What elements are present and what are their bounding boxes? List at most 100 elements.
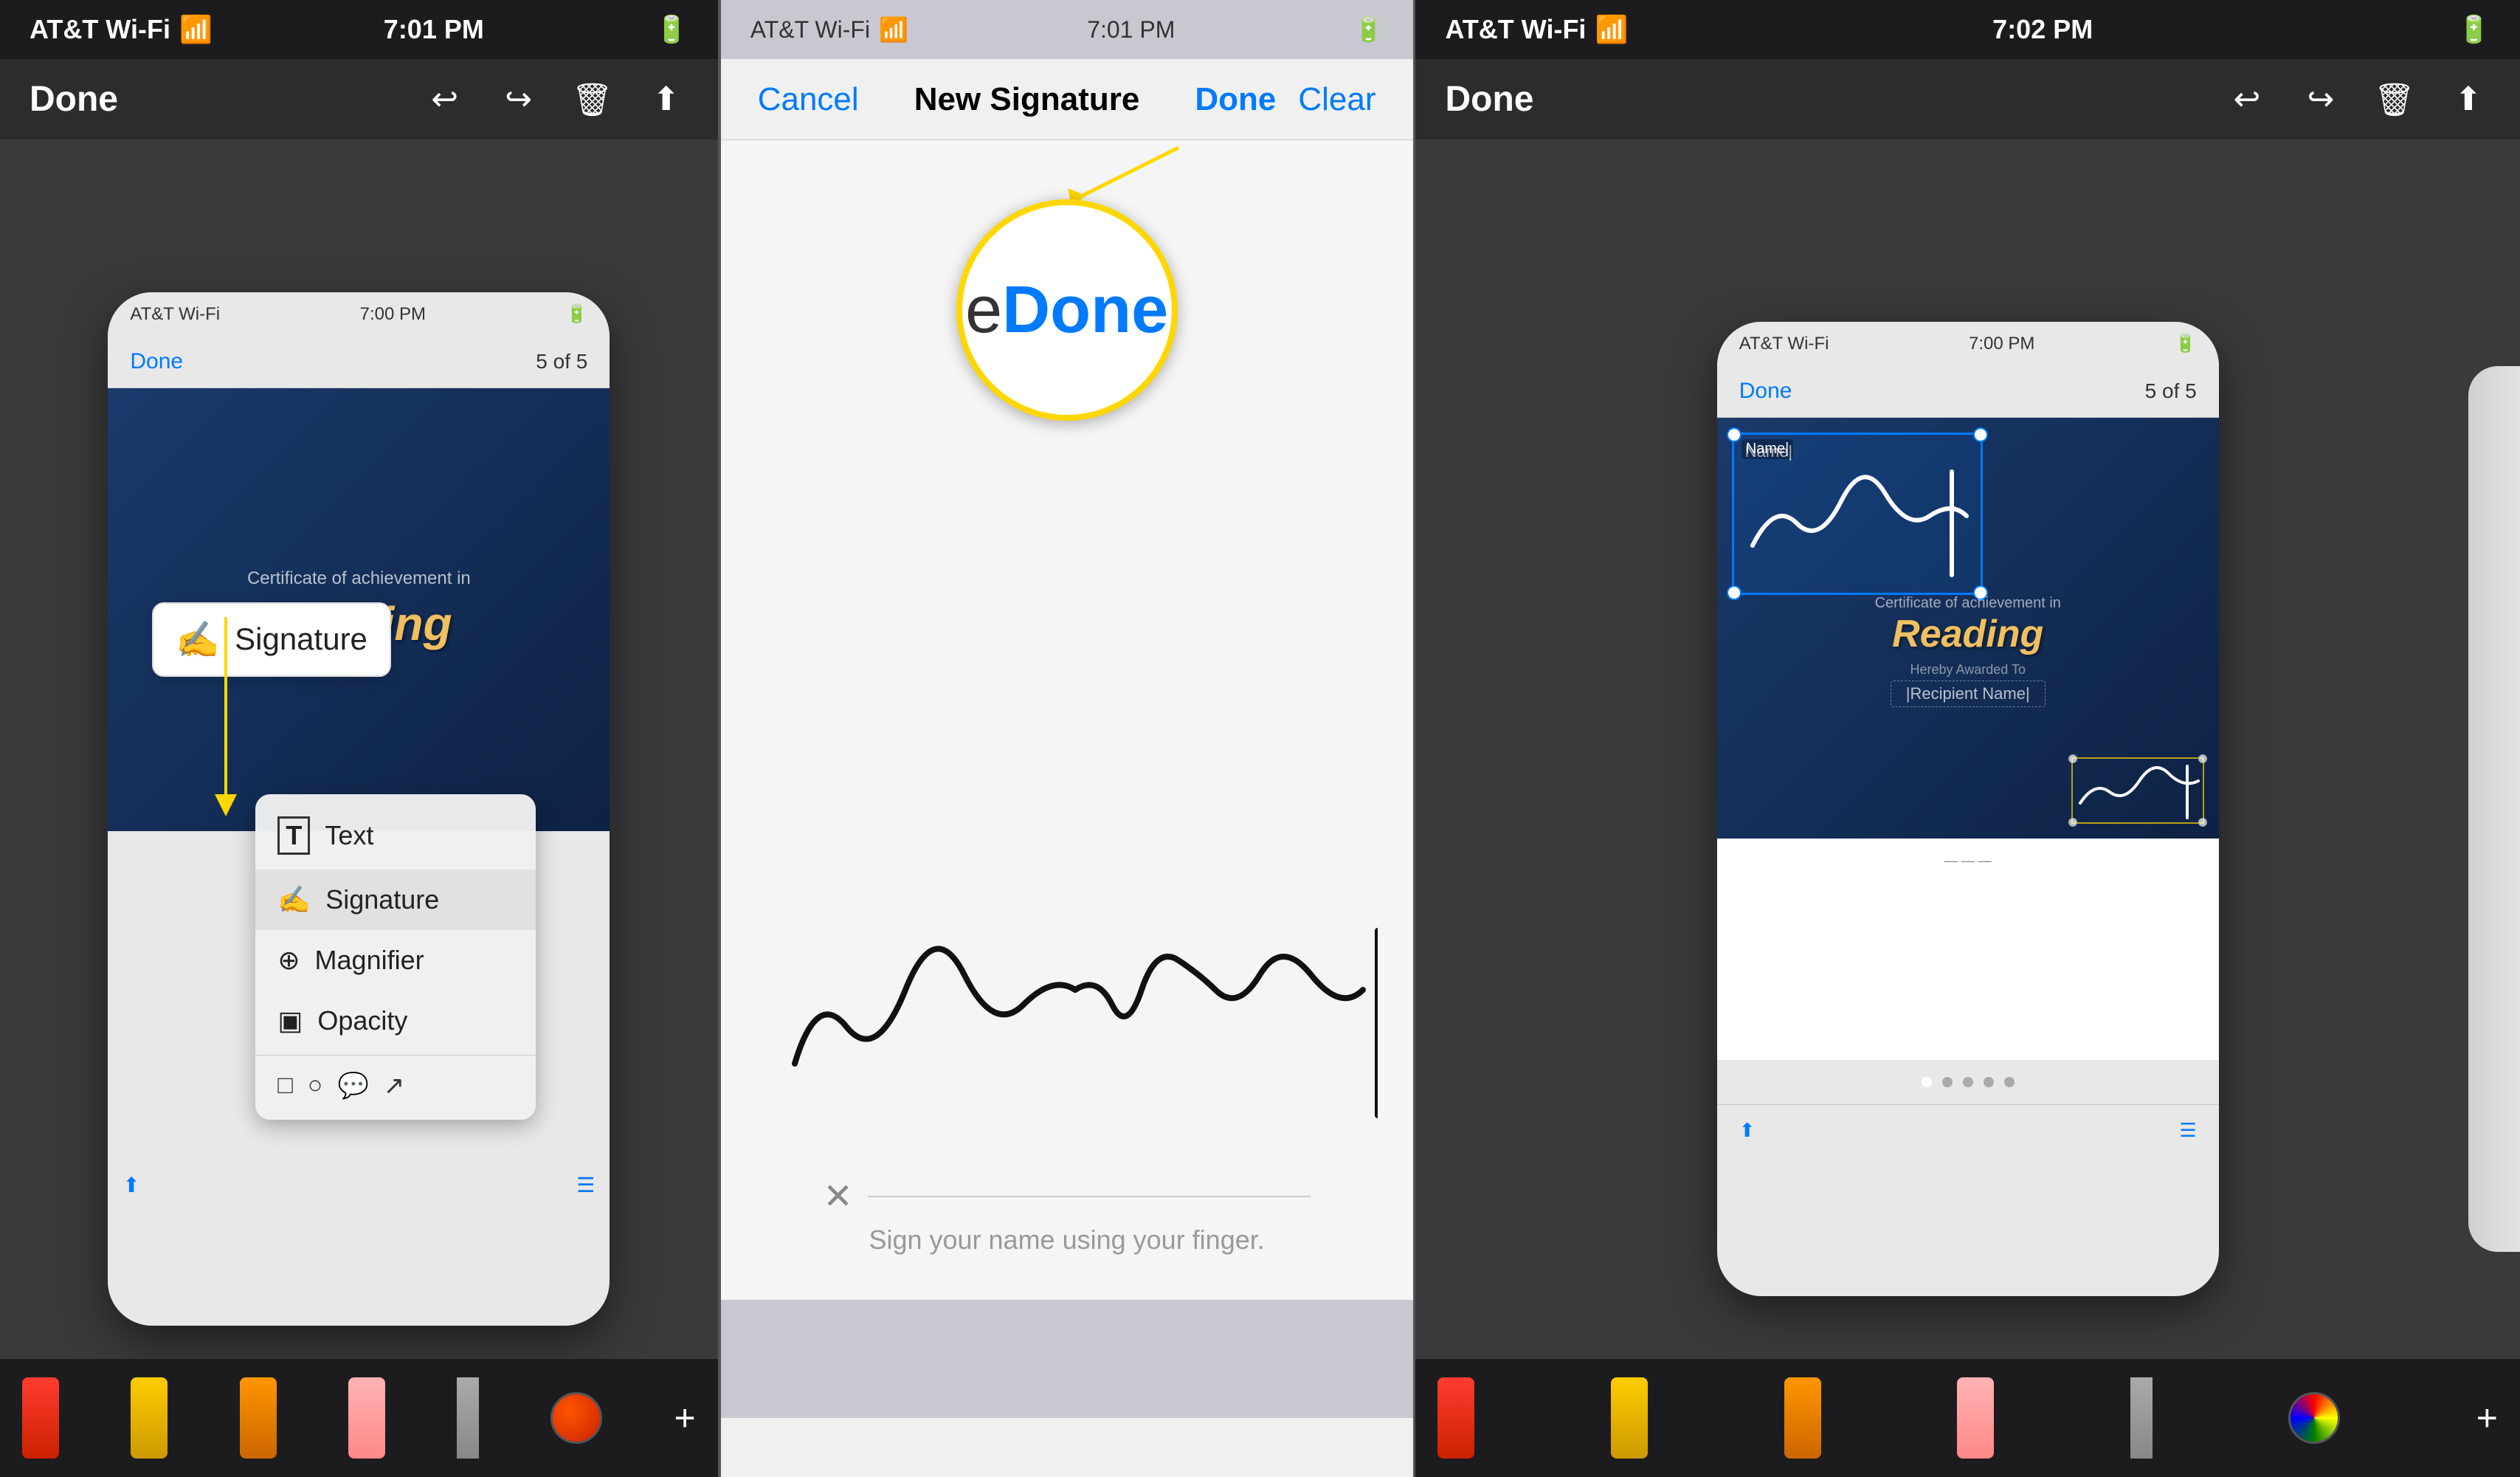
magnifier-circle: e Done [956, 199, 1178, 421]
delete-button-1[interactable]: 🗑 [570, 78, 615, 122]
cert-content-3: Certificate of achievement in Reading He… [1717, 595, 2219, 707]
redo-button-1[interactable]: ↪ [497, 78, 541, 122]
add-tool-btn-1[interactable]: + [674, 1397, 696, 1439]
carrier-2: AT&T Wi-Fi [750, 16, 870, 44]
toolbar-right-3: ↩ ↪ 🗑 ⬆ [2225, 78, 2490, 122]
dropdown-item-opacity[interactable]: ▣ Opacity [255, 991, 536, 1051]
page-dot-3[interactable] [1963, 1077, 1973, 1087]
main-content-1: AT&T Wi-Fi 7:00 PM 🔋 Done 5 of 5 Certifi… [0, 140, 718, 1477]
dropdown-opacity-icon: ▣ [277, 1005, 303, 1036]
handle-tr[interactable] [1973, 427, 1988, 442]
carrier-3: AT&T Wi-Fi [1445, 14, 1586, 45]
shape-rect-icon[interactable]: □ [277, 1071, 293, 1100]
bottom-tools-3: + [1415, 1359, 2520, 1477]
ruler-3[interactable] [2130, 1377, 2153, 1459]
phone-bottom-bar-3: ⬆ ☰ [1717, 1104, 2219, 1156]
status-left-3: AT&T Wi-Fi 📶 [1445, 14, 1628, 45]
magnifier-edge-text: e [965, 272, 1002, 348]
panel-2: AT&T Wi-Fi 📶 7:01 PM 🔋 Cancel New Signat… [721, 0, 1413, 1477]
magnifier-done-text: Done [1002, 272, 1168, 348]
handle-tl-2[interactable] [2068, 754, 2077, 763]
done-button-1[interactable]: Done [30, 79, 118, 120]
undo-button-1[interactable]: ↩ [423, 78, 467, 122]
wifi-icon-3: 📶 [1595, 14, 1628, 45]
handle-bl-2[interactable] [2068, 818, 2077, 827]
sig-in-box-svg [1738, 457, 1981, 590]
add-tool-btn-3[interactable]: + [2476, 1397, 2498, 1439]
shape-arrow-icon[interactable]: ↗ [384, 1071, 405, 1101]
sig-done-button[interactable]: Done [1195, 81, 1276, 118]
header-right-btns: Done Clear [1195, 81, 1375, 118]
handle-tr-2[interactable] [2198, 754, 2207, 763]
dropdown-item-text[interactable]: T Text [255, 802, 536, 870]
share-icon-phone-1[interactable]: ⬆ [122, 1173, 139, 1197]
share-button-1[interactable]: ⬆ [644, 78, 688, 122]
phone-done-btn-1[interactable]: Done [130, 349, 183, 374]
dropdown-menu-1: T Text ✍ Signature ⊕ Magnifier ▣ Opacity [255, 794, 536, 1120]
pen-pink-1[interactable] [348, 1377, 385, 1459]
sign-prompt-area: ✕ Sign your name using your finger. [721, 1176, 1413, 1256]
color-picker-1[interactable] [550, 1392, 602, 1444]
cert-white-area: — — — [1717, 839, 2219, 1060]
sig-unselected-svg [2073, 759, 2203, 822]
status-right-1: 🔋 [655, 14, 688, 45]
phone-done-btn-3[interactable]: Done [1739, 379, 1792, 404]
sig-dialog-bottom [721, 1300, 1413, 1418]
phone-inner-status-1: AT&T Wi-Fi 7:00 PM 🔋 [108, 292, 610, 337]
shape-circle-icon[interactable]: ○ [308, 1071, 323, 1100]
page-dot-2[interactable] [1942, 1077, 1953, 1087]
page-dot-4[interactable] [1984, 1077, 1994, 1087]
dropdown-opacity-label: Opacity [317, 1005, 407, 1036]
ruler-1[interactable] [457, 1377, 479, 1459]
phone-page-3: 5 of 5 [2145, 379, 2197, 403]
share-icon-phone-3[interactable]: ⬆ [1739, 1119, 1756, 1142]
redo-button-3[interactable]: ↪ [2299, 78, 2343, 122]
handle-tl[interactable] [1727, 427, 1741, 442]
pen-red-3[interactable] [1437, 1377, 1474, 1459]
toolbar-1: Done ↩ ↪ 🗑 ⬆ [0, 59, 718, 140]
pen-yellow-1[interactable] [131, 1377, 168, 1459]
dropdown-item-signature[interactable]: ✍ Signature [255, 870, 536, 930]
list-icon-phone-1[interactable]: ☰ [576, 1173, 595, 1197]
sig-drawing-area[interactable]: e Done ✕ Sign your name using your finge… [721, 140, 1413, 1300]
phone-carrier-3: AT&T Wi-Fi [1739, 334, 1829, 354]
list-icon-phone-3[interactable]: ☰ [2179, 1119, 2196, 1142]
time-label-1: 7:01 PM [384, 14, 484, 45]
main-content-3: AT&T Wi-Fi 7:00 PM 🔋 Done 5 of 5 Name| [1415, 140, 2520, 1477]
pen-orange-1[interactable] [240, 1377, 277, 1459]
page-dot-5[interactable] [2004, 1077, 2015, 1087]
handle-br-2[interactable] [2198, 818, 2207, 827]
delete-button-3[interactable]: 🗑 [2372, 78, 2417, 122]
pen-red-1[interactable] [22, 1377, 59, 1459]
status-left-2: AT&T Wi-Fi 📶 [750, 16, 908, 44]
sign-hint: Sign your name using your finger. [869, 1225, 1264, 1256]
status-left-1: AT&T Wi-Fi 📶 [30, 14, 213, 45]
sig-dialog-header: Cancel New Signature Done Clear [721, 59, 1413, 140]
bottom-tools-1: + [0, 1359, 718, 1477]
sig-unselected-box[interactable] [2071, 757, 2204, 824]
pen-orange-3[interactable] [1784, 1377, 1821, 1459]
sig-clear-button[interactable]: Clear [1298, 81, 1375, 118]
dropdown-item-magnifier[interactable]: ⊕ Magnifier [255, 930, 536, 991]
toolbar-right-1: ↩ ↪ 🗑 ⬆ [423, 78, 688, 122]
cancel-button[interactable]: Cancel [758, 81, 859, 118]
phone-battery-1: 🔋 [565, 303, 587, 325]
shape-speech-icon[interactable]: 💬 [337, 1071, 368, 1101]
new-signature-title: New Signature [914, 81, 1140, 118]
undo-button-3[interactable]: ↩ [2225, 78, 2269, 122]
done-button-3[interactable]: Done [1445, 79, 1533, 120]
color-picker-3[interactable] [2288, 1392, 2340, 1444]
phone-mockup-3: AT&T Wi-Fi 7:00 PM 🔋 Done 5 of 5 Name| [1717, 322, 2219, 1296]
signature-selection-box[interactable]: Name| [1732, 433, 1983, 595]
page-dots-3 [1717, 1060, 2219, 1104]
pen-yellow-3[interactable] [1611, 1377, 1648, 1459]
battery-icon-2: 🔋 [1354, 16, 1384, 44]
sign-line: ✕ [823, 1176, 1310, 1217]
share-button-3[interactable]: ⬆ [2446, 78, 2490, 122]
page-dot-1[interactable] [1922, 1077, 1932, 1087]
pen-pink-3[interactable] [1957, 1377, 1994, 1459]
wifi-icon-2: 📶 [879, 16, 908, 44]
status-bar-1: AT&T Wi-Fi 📶 7:01 PM 🔋 [0, 0, 718, 59]
battery-icon-3: 🔋 [2457, 14, 2490, 45]
dropdown-signature-label: Signature [325, 884, 439, 915]
